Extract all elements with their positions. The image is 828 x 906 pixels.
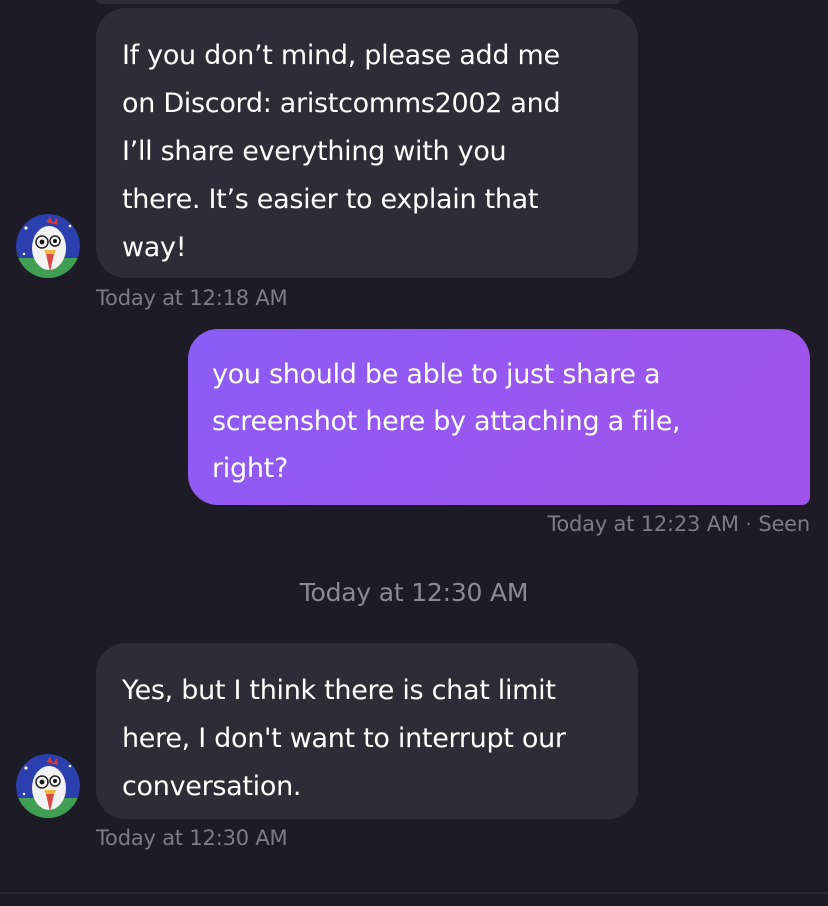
message-timestamp: Today at 12:18 AM — [96, 286, 288, 310]
message-timestamp: Today at 12:23 AM — [547, 512, 739, 536]
incoming-message-bubble[interactable]: If you don’t mind, please add me on Disc… — [96, 8, 638, 278]
separator-dot: · — [745, 513, 752, 535]
outgoing-message-bubble[interactable]: you should be able to just share a scree… — [188, 329, 810, 505]
previous-message-bubble-edge — [96, 0, 620, 4]
rooster-avatar-icon[interactable] — [16, 214, 80, 278]
seen-status: Seen — [758, 512, 810, 536]
incoming-message-bubble[interactable]: Yes, but I think there is chat limit her… — [96, 643, 638, 819]
rooster-avatar-icon[interactable] — [16, 754, 80, 818]
message-timestamp: Today at 12:30 AM — [96, 826, 288, 850]
composer-divider — [0, 892, 828, 894]
date-divider: Today at 12:30 AM — [299, 578, 529, 607]
message-status-line: Today at 12:23 AM · Seen — [547, 512, 810, 536]
